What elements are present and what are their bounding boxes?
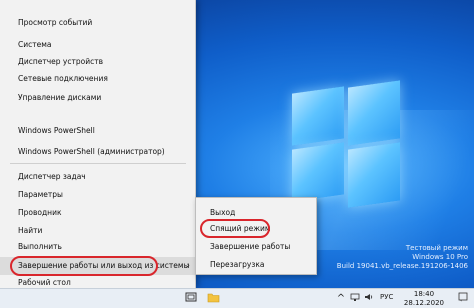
menu-item-event-viewer[interactable]: Просмотр событий xyxy=(0,14,196,32)
chevron-up-icon[interactable]: ^ xyxy=(334,292,348,306)
menu-item-disk-management[interactable]: Управление дисками xyxy=(0,89,196,107)
submenu-item-shutdown[interactable]: Завершение работы xyxy=(196,238,316,256)
winx-menu: Просмотр событий Система Диспетчер устро… xyxy=(0,0,196,288)
menu-item-explorer[interactable]: Проводник xyxy=(0,204,196,222)
watermark-line-2: Windows 10 Pro xyxy=(412,253,468,261)
submenu-item-restart[interactable]: Перезагрузка xyxy=(196,256,316,274)
clock[interactable]: 18:40 28.12.2020 xyxy=(404,290,444,308)
language-indicator[interactable]: РУС xyxy=(380,293,393,301)
clock-time: 18:40 xyxy=(413,290,435,298)
task-view-icon[interactable] xyxy=(184,292,198,306)
menu-item-powershell[interactable]: Windows PowerShell xyxy=(0,122,196,140)
highlight-ring-sleep xyxy=(200,219,270,238)
windows-logo-wallpaper xyxy=(292,80,402,208)
volume-icon[interactable] xyxy=(362,292,376,306)
watermark-line-1: Тестовый режим xyxy=(405,244,468,252)
chevron-right-icon: › xyxy=(186,261,190,271)
menu-item-system[interactable]: Система xyxy=(0,36,196,54)
menu-item-powershell-admin[interactable]: Windows PowerShell (администратор) xyxy=(0,143,196,161)
file-explorer-icon[interactable] xyxy=(206,292,220,306)
watermark-line-3: Build 19041.vb_release.191206-1406 xyxy=(336,262,468,270)
clock-date: 28.12.2020 xyxy=(403,299,444,307)
notifications-icon[interactable] xyxy=(456,292,470,306)
menu-item-run[interactable]: Выполнить xyxy=(0,238,196,256)
menu-item-task-manager[interactable]: Диспетчер задач xyxy=(0,168,196,186)
test-mode-watermark: Тестовый режим Windows 10 Pro Build 1904… xyxy=(337,244,468,271)
network-icon[interactable] xyxy=(348,292,362,306)
menu-separator xyxy=(10,163,186,164)
menu-item-device-manager[interactable]: Диспетчер устройств xyxy=(0,53,196,71)
taskbar: ^ РУС 18:40 28.12.2020 xyxy=(0,288,474,308)
menu-item-network-connections[interactable]: Сетевые подключения xyxy=(0,70,196,88)
menu-item-settings[interactable]: Параметры xyxy=(0,186,196,204)
highlight-ring-shutdown xyxy=(10,256,158,276)
